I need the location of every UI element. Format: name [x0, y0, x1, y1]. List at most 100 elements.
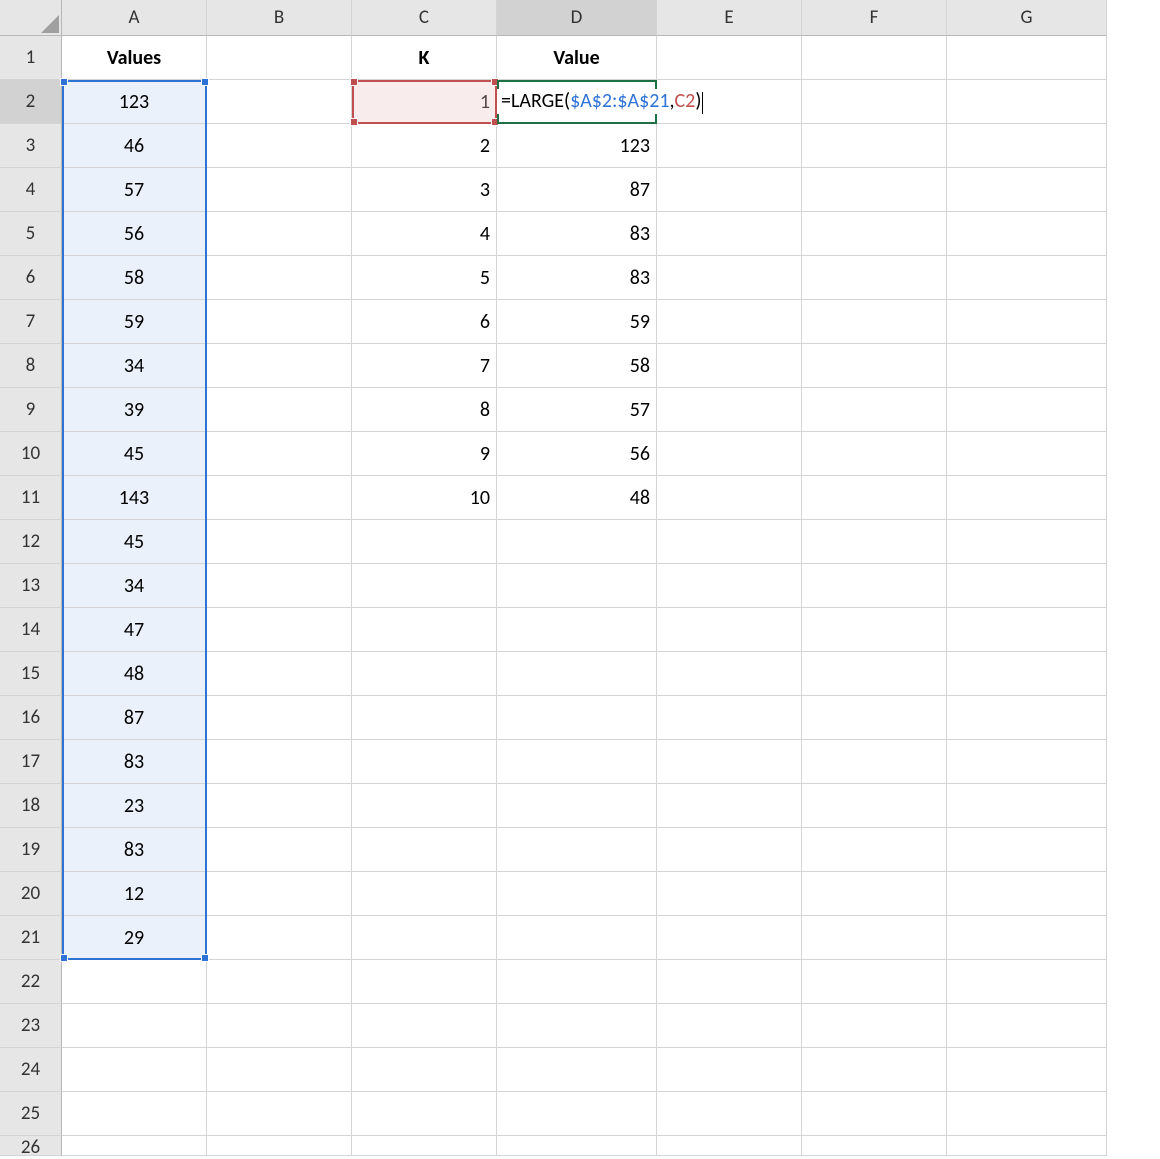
row-header-26[interactable]: 26: [0, 1136, 62, 1156]
cell-C6[interactable]: 5: [352, 256, 497, 300]
cell-D25[interactable]: [497, 1092, 657, 1136]
cell-G15[interactable]: [947, 652, 1107, 696]
row-header-5[interactable]: 5: [0, 212, 62, 256]
cell-G23[interactable]: [947, 1004, 1107, 1048]
row-header-22[interactable]: 22: [0, 960, 62, 1004]
cell-B14[interactable]: [207, 608, 352, 652]
cell-G2[interactable]: [947, 80, 1107, 124]
select-all-corner[interactable]: [0, 0, 62, 36]
cell-G19[interactable]: [947, 828, 1107, 872]
cell-B22[interactable]: [207, 960, 352, 1004]
cell-E9[interactable]: [657, 388, 802, 432]
cell-C12[interactable]: [352, 520, 497, 564]
col-header-A[interactable]: A: [62, 0, 207, 36]
cell-B20[interactable]: [207, 872, 352, 916]
cell-F18[interactable]: [802, 784, 947, 828]
cell-A1[interactable]: Values: [62, 36, 207, 80]
cell-E5[interactable]: [657, 212, 802, 256]
cell-D6[interactable]: 83: [497, 256, 657, 300]
cell-G6[interactable]: [947, 256, 1107, 300]
cell-B23[interactable]: [207, 1004, 352, 1048]
row-header-21[interactable]: 21: [0, 916, 62, 960]
cell-E8[interactable]: [657, 344, 802, 388]
cell-A5[interactable]: 56: [62, 212, 207, 256]
formula-edit-text[interactable]: =LARGE($A$2:$A$21,C2): [497, 89, 703, 113]
cell-D15[interactable]: [497, 652, 657, 696]
cell-F15[interactable]: [802, 652, 947, 696]
cell-C18[interactable]: [352, 784, 497, 828]
cell-B10[interactable]: [207, 432, 352, 476]
cell-F14[interactable]: [802, 608, 947, 652]
cell-A6[interactable]: 58: [62, 256, 207, 300]
cell-A11[interactable]: 143: [62, 476, 207, 520]
row-header-8[interactable]: 8: [0, 344, 62, 388]
cell-A7[interactable]: 59: [62, 300, 207, 344]
cell-A8[interactable]: 34: [62, 344, 207, 388]
cell-F3[interactable]: [802, 124, 947, 168]
cell-A25[interactable]: [62, 1092, 207, 1136]
cell-E11[interactable]: [657, 476, 802, 520]
cell-G17[interactable]: [947, 740, 1107, 784]
cell-A18[interactable]: 23: [62, 784, 207, 828]
cell-B6[interactable]: [207, 256, 352, 300]
cell-G3[interactable]: [947, 124, 1107, 168]
cell-A24[interactable]: [62, 1048, 207, 1092]
cell-G4[interactable]: [947, 168, 1107, 212]
cell-E13[interactable]: [657, 564, 802, 608]
row-header-4[interactable]: 4: [0, 168, 62, 212]
cell-C21[interactable]: [352, 916, 497, 960]
cell-E22[interactable]: [657, 960, 802, 1004]
col-header-G[interactable]: G: [947, 0, 1107, 36]
cell-F5[interactable]: [802, 212, 947, 256]
cell-E16[interactable]: [657, 696, 802, 740]
row-header-19[interactable]: 19: [0, 828, 62, 872]
cell-C26[interactable]: [352, 1136, 497, 1156]
cell-A15[interactable]: 48: [62, 652, 207, 696]
cell-G26[interactable]: [947, 1136, 1107, 1156]
cell-C25[interactable]: [352, 1092, 497, 1136]
cell-E17[interactable]: [657, 740, 802, 784]
cell-A10[interactable]: 45: [62, 432, 207, 476]
cell-E19[interactable]: [657, 828, 802, 872]
cell-B7[interactable]: [207, 300, 352, 344]
cell-A13[interactable]: 34: [62, 564, 207, 608]
cell-D5[interactable]: 83: [497, 212, 657, 256]
cell-C5[interactable]: 4: [352, 212, 497, 256]
cell-C7[interactable]: 6: [352, 300, 497, 344]
cell-A14[interactable]: 47: [62, 608, 207, 652]
cell-C17[interactable]: [352, 740, 497, 784]
cell-D14[interactable]: [497, 608, 657, 652]
cell-B1[interactable]: [207, 36, 352, 80]
cell-A16[interactable]: 87: [62, 696, 207, 740]
cell-G13[interactable]: [947, 564, 1107, 608]
cell-A19[interactable]: 83: [62, 828, 207, 872]
cell-B9[interactable]: [207, 388, 352, 432]
cell-D7[interactable]: 59: [497, 300, 657, 344]
row-header-6[interactable]: 6: [0, 256, 62, 300]
row-header-20[interactable]: 20: [0, 872, 62, 916]
cell-G20[interactable]: [947, 872, 1107, 916]
cell-A17[interactable]: 83: [62, 740, 207, 784]
row-header-1[interactable]: 1: [0, 36, 62, 80]
cell-B12[interactable]: [207, 520, 352, 564]
cell-C4[interactable]: 3: [352, 168, 497, 212]
cell-E21[interactable]: [657, 916, 802, 960]
cell-B24[interactable]: [207, 1048, 352, 1092]
cell-E14[interactable]: [657, 608, 802, 652]
cell-E1[interactable]: [657, 36, 802, 80]
cell-E12[interactable]: [657, 520, 802, 564]
cell-D23[interactable]: [497, 1004, 657, 1048]
cell-D4[interactable]: 87: [497, 168, 657, 212]
cell-F1[interactable]: [802, 36, 947, 80]
cell-E10[interactable]: [657, 432, 802, 476]
cell-F13[interactable]: [802, 564, 947, 608]
cell-E7[interactable]: [657, 300, 802, 344]
cell-C8[interactable]: 7: [352, 344, 497, 388]
cell-D8[interactable]: 58: [497, 344, 657, 388]
cell-F25[interactable]: [802, 1092, 947, 1136]
cell-F12[interactable]: [802, 520, 947, 564]
cell-C20[interactable]: [352, 872, 497, 916]
cell-G21[interactable]: [947, 916, 1107, 960]
cell-D18[interactable]: [497, 784, 657, 828]
cell-G11[interactable]: [947, 476, 1107, 520]
